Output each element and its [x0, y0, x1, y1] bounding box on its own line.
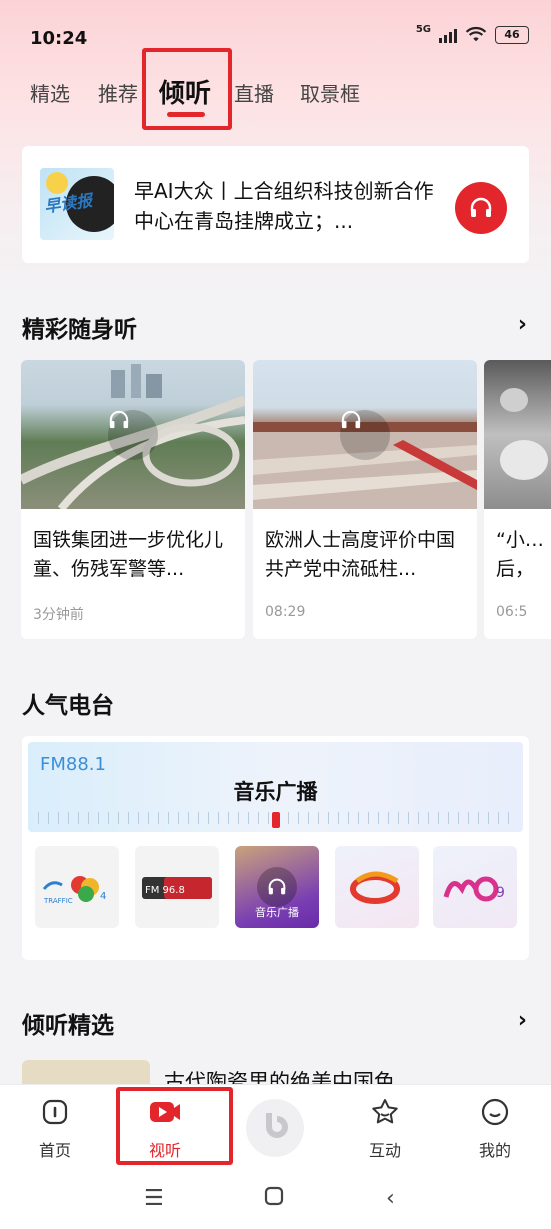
- featured-item[interactable]: 国铁集团进一步优化儿童、伤残军警等... 3分钟前: [21, 360, 245, 639]
- tab-jingxuan[interactable]: 精选: [30, 78, 70, 107]
- traffic-radio-logo: TRAFFIC 4: [42, 876, 106, 905]
- status-time: 10:24: [30, 28, 88, 49]
- tab-tuijian[interactable]: 推荐: [98, 78, 138, 107]
- featured-image-square: [253, 360, 477, 509]
- nav-home[interactable]: 首页: [15, 1097, 95, 1161]
- tab-qujingkuang[interactable]: 取景框: [300, 78, 360, 107]
- radio-logo-9: 9: [443, 876, 505, 902]
- svg-text:9: 9: [496, 885, 505, 901]
- nav-interact-label: 互动: [368, 1141, 401, 1160]
- headphone-icon: [257, 867, 297, 907]
- nav-profile-label: 我的: [478, 1141, 511, 1160]
- nav-center[interactable]: [235, 1099, 315, 1157]
- section-title-picks: 倾听精选: [22, 1013, 114, 1039]
- status-icons: 5G 46: [415, 23, 529, 44]
- featured-image-highway: [21, 360, 245, 509]
- station-fm-96-8[interactable]: FM 96.8: [135, 846, 219, 928]
- station-radio-9[interactable]: 9: [433, 846, 517, 928]
- battery-icon: 46: [495, 26, 529, 44]
- headphone-icon: [470, 197, 492, 217]
- nav-highlight-box: [116, 1087, 233, 1165]
- section-title-featured: 精彩随身听: [22, 317, 137, 343]
- fm-96-8-logo: FM 96.8: [142, 877, 212, 899]
- featured-image-partial: [484, 360, 551, 509]
- network-type: 5G: [415, 23, 431, 35]
- status-bar: 10:24 5G 46: [0, 0, 551, 72]
- chevron-right-icon[interactable]: ›: [518, 1008, 527, 1033]
- star-icon: [372, 1099, 398, 1124]
- radio-station-name: 音乐广播: [233, 780, 318, 804]
- tab-highlight-box: [142, 48, 232, 130]
- home-icon: [42, 1099, 68, 1125]
- center-logo-icon: [246, 1099, 304, 1157]
- tab-zhibo[interactable]: 直播: [234, 78, 274, 107]
- featured-item[interactable]: “小…后， 06:5: [484, 360, 551, 639]
- nav-home-label: 首页: [38, 1141, 71, 1160]
- svg-text:TRAFFIC: TRAFFIC: [43, 897, 73, 905]
- station-music-radio[interactable]: 音乐广播: [235, 846, 319, 928]
- section-title-radio: 人气电台: [22, 693, 114, 719]
- radio-dial-banner[interactable]: FM88.1 音乐广播: [28, 742, 523, 832]
- now-playing-cover: 早读报: [40, 168, 114, 240]
- dial-pointer: [272, 812, 280, 828]
- featured-item-title: “小…后，: [496, 529, 544, 580]
- radio-card: FM88.1 音乐广播 TRAFFIC 4 FM 96.8 音乐广播 9: [22, 736, 529, 960]
- featured-item-time: 08:29: [265, 604, 306, 620]
- featured-item-time: 3分钟前: [33, 607, 84, 623]
- wifi-icon: [465, 26, 487, 42]
- radio-frequency: FM88.1: [40, 754, 106, 775]
- nav-profile[interactable]: 我的: [455, 1097, 535, 1161]
- now-playing-title: 早AI大众丨上合组织科技创新合作中心在青岛挂牌成立；...: [134, 179, 434, 233]
- featured-item-time: 06:5: [496, 604, 528, 620]
- chevron-right-icon[interactable]: ›: [518, 312, 527, 337]
- headphone-icon: [340, 409, 390, 460]
- nav-interact[interactable]: 互动: [345, 1097, 425, 1161]
- home-square-icon[interactable]: [264, 1186, 284, 1212]
- svg-text:4: 4: [100, 891, 106, 902]
- menu-icon[interactable]: ☰: [144, 1186, 164, 1211]
- now-playing-card[interactable]: 早读报 早AI大众丨上合组织科技创新合作中心在青岛挂牌成立；...: [22, 146, 529, 263]
- featured-item[interactable]: 欧洲人士高度评价中国共产党中流砥柱... 08:29: [253, 360, 477, 639]
- station-radio-3[interactable]: [335, 846, 419, 928]
- profile-icon: [481, 1098, 509, 1126]
- featured-item-title: 国铁集团进一步优化儿童、伤残军警等...: [33, 529, 224, 580]
- headphone-icon: [108, 409, 158, 460]
- station-music-radio-label: 音乐广播: [255, 906, 299, 919]
- featured-item-title: 欧洲人士高度评价中国共产党中流砥柱...: [265, 529, 456, 580]
- top-tabs: 精选 推荐 倾听 直播 取景框: [0, 70, 551, 130]
- radio-logo-3: [350, 871, 400, 904]
- system-navigation: ☰ ‹: [0, 1180, 551, 1220]
- svg-text:FM 96.8: FM 96.8: [145, 885, 185, 896]
- headphone-play-button[interactable]: [455, 182, 507, 234]
- signal-icon: [439, 27, 457, 43]
- station-traffic-radio[interactable]: TRAFFIC 4: [35, 846, 119, 928]
- back-icon[interactable]: ‹: [386, 1186, 395, 1211]
